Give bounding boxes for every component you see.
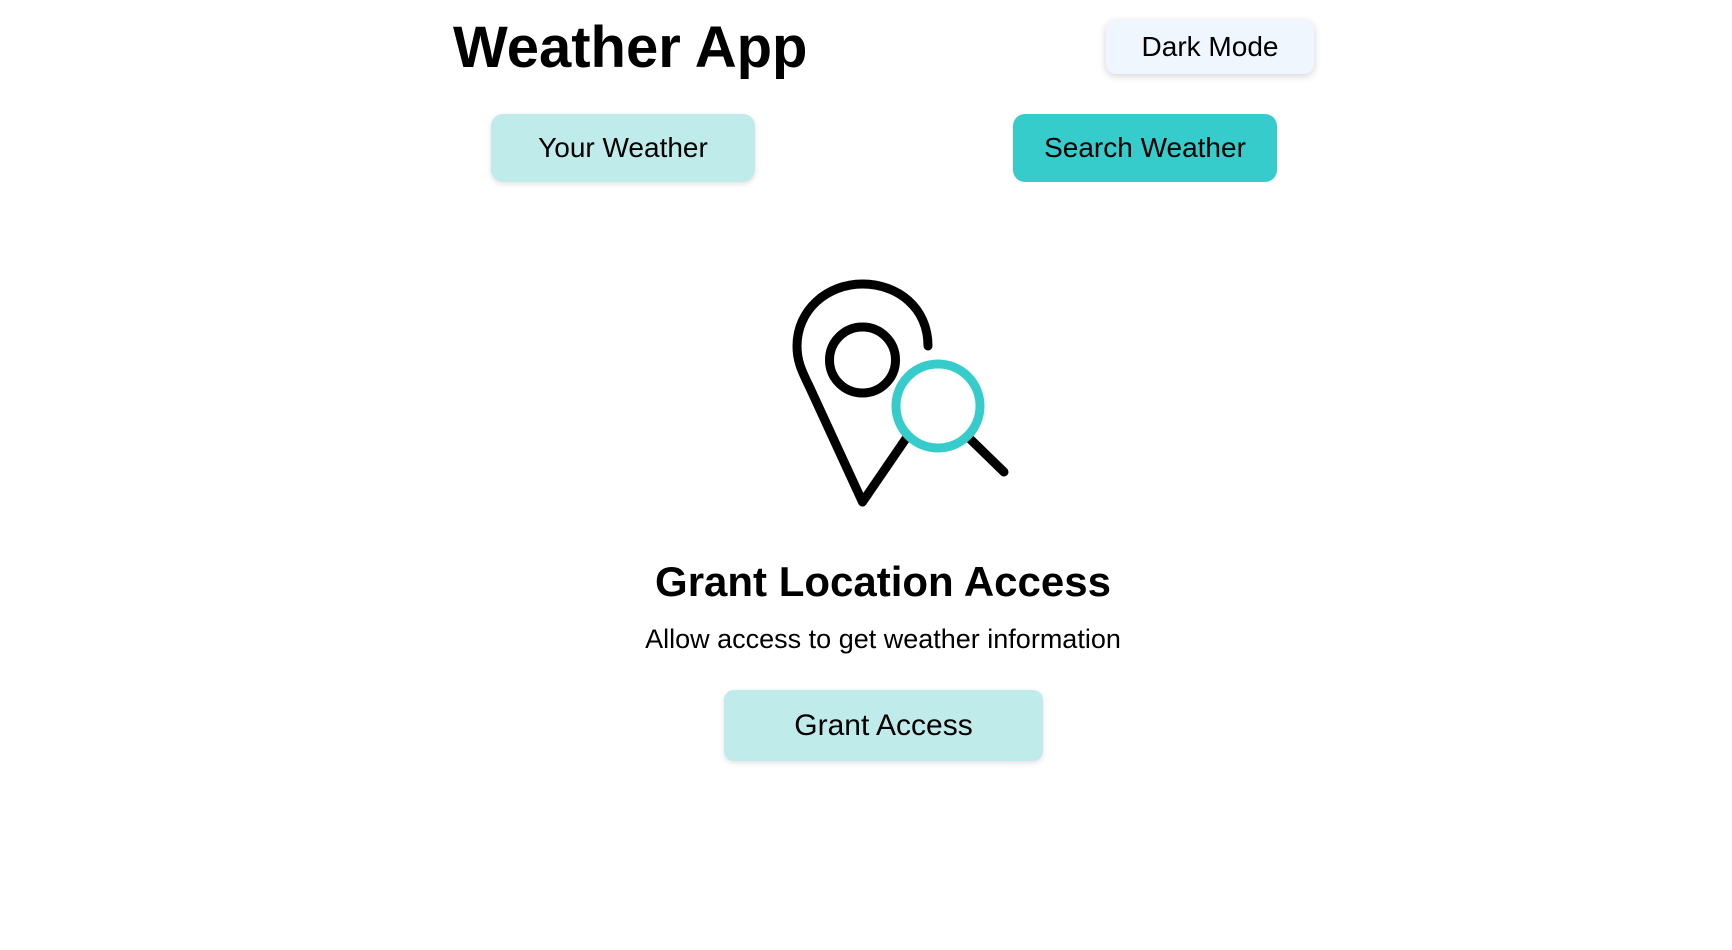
app-title: Weather App xyxy=(453,15,808,80)
tab-search-weather[interactable]: Search Weather xyxy=(1013,114,1277,182)
grant-location-title: Grant Location Access xyxy=(655,558,1111,605)
location-search-icon xyxy=(785,278,1015,510)
tab-your-weather[interactable]: Your Weather xyxy=(491,114,755,182)
weather-app: Weather App Dark Mode Your Weather Searc… xyxy=(0,0,1732,950)
grant-access-button[interactable]: Grant Access xyxy=(724,690,1043,761)
grant-location-subtitle: Allow access to get weather information xyxy=(645,624,1121,654)
dark-mode-button[interactable]: Dark Mode xyxy=(1106,20,1314,74)
